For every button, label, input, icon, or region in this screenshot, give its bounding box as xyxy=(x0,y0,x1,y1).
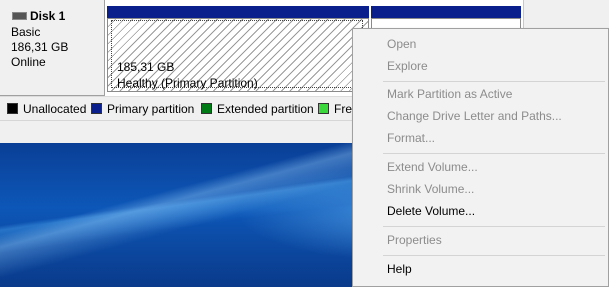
legend-swatch-extended xyxy=(201,103,212,114)
menu-separator xyxy=(383,255,605,256)
legend-label: Unallocated xyxy=(23,102,87,116)
menu-item-help[interactable]: Help xyxy=(354,259,607,279)
partition-status: Healthy (Primary Partition) xyxy=(117,76,258,90)
legend-swatch-primary xyxy=(91,103,102,114)
legend-label: Primary partition xyxy=(107,102,195,116)
menu-item-change-drive-letter[interactable]: Change Drive Letter and Paths... xyxy=(354,106,607,126)
menu-item-format[interactable]: Format... xyxy=(354,128,607,148)
disk-label-panel[interactable]: Disk 1 Basic 186,31 GB Online xyxy=(0,0,105,96)
legend-swatch-unallocated xyxy=(7,103,18,114)
menu-separator xyxy=(383,226,605,227)
menu-item-mark-active[interactable]: Mark Partition as Active xyxy=(354,84,607,104)
menu-item-open[interactable]: Open xyxy=(354,34,607,54)
menu-item-explore[interactable]: Explore xyxy=(354,56,607,76)
partition-size: 185,31 GB xyxy=(117,60,175,74)
menu-separator xyxy=(383,153,605,154)
menu-item-properties[interactable]: Properties xyxy=(354,230,607,250)
legend-item-free: Fre xyxy=(318,102,352,116)
menu-separator xyxy=(383,81,605,82)
disk-type: Basic xyxy=(11,25,41,39)
primary-partition-block[interactable]: 185,31 GB Healthy (Primary Partition) xyxy=(107,18,369,92)
legend-label: Extended partition xyxy=(217,102,314,116)
legend-label: Fre xyxy=(334,102,352,116)
menu-item-extend-volume[interactable]: Extend Volume... xyxy=(354,157,607,177)
primary-partition-header-bar xyxy=(107,6,369,18)
legend-swatch-free xyxy=(318,103,329,114)
disk-status: Online xyxy=(11,55,46,69)
legend-item-primary: Primary partition xyxy=(91,102,194,116)
menu-item-delete-volume[interactable]: Delete Volume... xyxy=(354,201,607,221)
second-partition-header-bar xyxy=(371,6,521,18)
legend-item-extended: Extended partition xyxy=(201,102,314,116)
disk-title-row: Disk 1 xyxy=(12,9,65,23)
disk-size: 186,31 GB xyxy=(11,40,69,54)
legend-item-unallocated: Unallocated xyxy=(7,102,86,116)
context-menu: Open Explore Mark Partition as Active Ch… xyxy=(352,28,609,287)
hard-disk-icon xyxy=(12,11,27,20)
disk-title: Disk 1 xyxy=(30,9,66,23)
menu-item-shrink-volume[interactable]: Shrink Volume... xyxy=(354,179,607,199)
